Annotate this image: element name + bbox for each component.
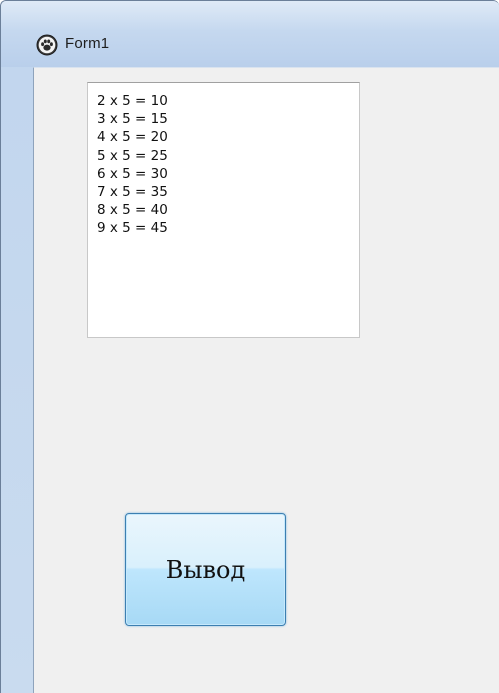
window-title: Form1	[65, 35, 110, 52]
output-memo[interactable]: 2 x 5 = 10 3 x 5 = 15 4 x 5 = 20 5 x 5 =…	[87, 82, 360, 338]
memo-line: 8 x 5 = 40	[97, 202, 168, 219]
memo-line: 4 x 5 = 20	[97, 129, 168, 146]
app-window: Form1 2 x 5 = 10 3 x 5 = 15 4 x 5 = 20 5…	[0, 0, 499, 693]
output-button-label: Вывод	[165, 555, 246, 584]
memo-line: 6 x 5 = 30	[97, 165, 168, 182]
output-button[interactable]: Вывод	[125, 513, 286, 626]
memo-line: 5 x 5 = 25	[97, 147, 168, 164]
memo-line: 7 x 5 = 35	[97, 184, 168, 201]
memo-line: 3 x 5 = 15	[97, 111, 168, 128]
memo-line: 2 x 5 = 10	[97, 93, 168, 109]
title-bar[interactable]: Form1	[1, 1, 499, 67]
paw-icon	[36, 34, 58, 56]
memo-line: 9 x 5 = 45	[97, 220, 168, 237]
